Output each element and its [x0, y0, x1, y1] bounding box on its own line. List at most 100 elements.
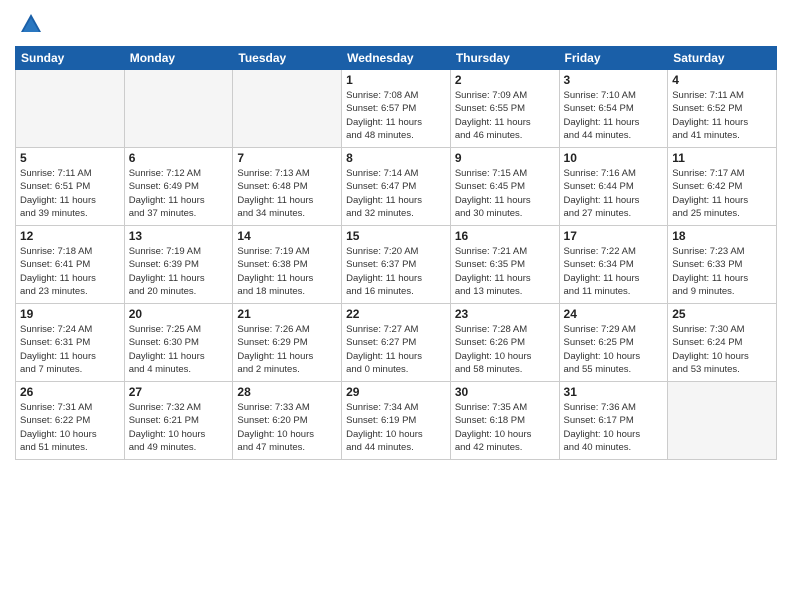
day-number: 26 — [20, 385, 120, 399]
day-info: Sunrise: 7:27 AMSunset: 6:27 PMDaylight:… — [346, 323, 446, 376]
calendar-cell: 31Sunrise: 7:36 AMSunset: 6:17 PMDayligh… — [559, 382, 668, 460]
day-number: 27 — [129, 385, 229, 399]
calendar-cell: 22 Sunrise: 7:27 AMSunset: 6:27 PMDayligh… — [342, 304, 451, 382]
calendar-cell: 17 Sunrise: 7:22 AMSunset: 6:34 PMDayligh… — [559, 226, 668, 304]
calendar-cell: 15Sunrise: 7:20 AMSunset: 6:37 PMDayligh… — [342, 226, 451, 304]
week-row-3: 12 Sunrise: 7:18 AMSunset: 6:41 PMDayligh… — [16, 226, 777, 304]
day-info: Sunrise: 7:10 AMSunset: 6:54 PMDaylight:… — [564, 89, 664, 142]
calendar-cell: 20Sunrise: 7:25 AMSunset: 6:30 PMDayligh… — [124, 304, 233, 382]
calendar-cell — [124, 70, 233, 148]
day-info: Sunrise: 7:34 AMSunset: 6:19 PMDaylight:… — [346, 401, 446, 454]
calendar-cell: 30 Sunrise: 7:35 AMSunset: 6:18 PMDayligh… — [450, 382, 559, 460]
day-info: Sunrise: 7:36 AMSunset: 6:17 PMDaylight:… — [564, 401, 664, 454]
day-number: 19 — [20, 307, 120, 321]
calendar-cell: 8 Sunrise: 7:14 AMSunset: 6:47 PMDaylight… — [342, 148, 451, 226]
day-info: Sunrise: 7:29 AMSunset: 6:25 PMDaylight:… — [564, 323, 664, 376]
day-info: Sunrise: 7:28 AMSunset: 6:26 PMDaylight:… — [455, 323, 555, 376]
day-number: 4 — [672, 73, 772, 87]
day-info: Sunrise: 7:11 AMSunset: 6:51 PMDaylight:… — [20, 167, 120, 220]
day-info: Sunrise: 7:09 AMSunset: 6:55 PMDaylight:… — [455, 89, 555, 142]
day-info: Sunrise: 7:23 AMSunset: 6:33 PMDaylight:… — [672, 245, 772, 298]
calendar-cell: 11Sunrise: 7:17 AMSunset: 6:42 PMDayligh… — [668, 148, 777, 226]
calendar-cell: 7 Sunrise: 7:13 AMSunset: 6:48 PMDaylight… — [233, 148, 342, 226]
calendar-cell: 3Sunrise: 7:10 AMSunset: 6:54 PMDaylight… — [559, 70, 668, 148]
calendar-cell: 27 Sunrise: 7:32 AMSunset: 6:21 PMDayligh… — [124, 382, 233, 460]
day-info: Sunrise: 7:21 AMSunset: 6:35 PMDaylight:… — [455, 245, 555, 298]
day-number: 17 — [564, 229, 664, 243]
calendar-table: SundayMondayTuesdayWednesdayThursdayFrid… — [15, 46, 777, 460]
calendar-cell: 25 Sunrise: 7:30 AMSunset: 6:24 PMDayligh… — [668, 304, 777, 382]
day-number: 16 — [455, 229, 555, 243]
day-number: 25 — [672, 307, 772, 321]
day-info: Sunrise: 7:12 AMSunset: 6:49 PMDaylight:… — [129, 167, 229, 220]
calendar-cell: 29 Sunrise: 7:34 AMSunset: 6:19 PMDayligh… — [342, 382, 451, 460]
day-info: Sunrise: 7:13 AMSunset: 6:48 PMDaylight:… — [237, 167, 337, 220]
calendar-cell — [233, 70, 342, 148]
calendar-cell: 26 Sunrise: 7:31 AMSunset: 6:22 PMDayligh… — [16, 382, 125, 460]
day-number: 8 — [346, 151, 446, 165]
day-info: Sunrise: 7:22 AMSunset: 6:34 PMDaylight:… — [564, 245, 664, 298]
day-number: 1 — [346, 73, 446, 87]
calendar-cell — [668, 382, 777, 460]
day-number: 20 — [129, 307, 229, 321]
day-info: Sunrise: 7:18 AMSunset: 6:41 PMDaylight:… — [20, 245, 120, 298]
logo-icon — [17, 10, 45, 38]
day-number: 14 — [237, 229, 337, 243]
calendar-cell: 10Sunrise: 7:16 AMSunset: 6:44 PMDayligh… — [559, 148, 668, 226]
calendar-cell: 2 Sunrise: 7:09 AMSunset: 6:55 PMDaylight… — [450, 70, 559, 148]
calendar-cell: 14Sunrise: 7:19 AMSunset: 6:38 PMDayligh… — [233, 226, 342, 304]
day-info: Sunrise: 7:31 AMSunset: 6:22 PMDaylight:… — [20, 401, 120, 454]
day-info: Sunrise: 7:19 AMSunset: 6:39 PMDaylight:… — [129, 245, 229, 298]
day-number: 23 — [455, 307, 555, 321]
day-info: Sunrise: 7:14 AMSunset: 6:47 PMDaylight:… — [346, 167, 446, 220]
week-row-1: 1 Sunrise: 7:08 AMSunset: 6:57 PMDaylight… — [16, 70, 777, 148]
calendar-cell: 5 Sunrise: 7:11 AMSunset: 6:51 PMDaylight… — [16, 148, 125, 226]
day-number: 28 — [237, 385, 337, 399]
day-number: 9 — [455, 151, 555, 165]
day-info: Sunrise: 7:35 AMSunset: 6:18 PMDaylight:… — [455, 401, 555, 454]
day-info: Sunrise: 7:11 AMSunset: 6:52 PMDaylight:… — [672, 89, 772, 142]
day-number: 10 — [564, 151, 664, 165]
day-number: 21 — [237, 307, 337, 321]
weekday-header-monday: Monday — [124, 47, 233, 70]
logo — [15, 10, 45, 38]
calendar-cell: 28Sunrise: 7:33 AMSunset: 6:20 PMDayligh… — [233, 382, 342, 460]
calendar-cell: 9 Sunrise: 7:15 AMSunset: 6:45 PMDaylight… — [450, 148, 559, 226]
header — [15, 10, 777, 38]
day-number: 2 — [455, 73, 555, 87]
week-row-4: 19 Sunrise: 7:24 AMSunset: 6:31 PMDayligh… — [16, 304, 777, 382]
day-info: Sunrise: 7:24 AMSunset: 6:31 PMDaylight:… — [20, 323, 120, 376]
week-row-5: 26 Sunrise: 7:31 AMSunset: 6:22 PMDayligh… — [16, 382, 777, 460]
day-number: 7 — [237, 151, 337, 165]
calendar-cell — [16, 70, 125, 148]
weekday-header-wednesday: Wednesday — [342, 47, 451, 70]
day-number: 18 — [672, 229, 772, 243]
weekday-header-row: SundayMondayTuesdayWednesdayThursdayFrid… — [16, 47, 777, 70]
weekday-header-tuesday: Tuesday — [233, 47, 342, 70]
day-number: 30 — [455, 385, 555, 399]
day-info: Sunrise: 7:32 AMSunset: 6:21 PMDaylight:… — [129, 401, 229, 454]
weekday-header-sunday: Sunday — [16, 47, 125, 70]
calendar-cell: 18 Sunrise: 7:23 AMSunset: 6:33 PMDayligh… — [668, 226, 777, 304]
day-number: 15 — [346, 229, 446, 243]
calendar-cell: 19 Sunrise: 7:24 AMSunset: 6:31 PMDayligh… — [16, 304, 125, 382]
day-info: Sunrise: 7:30 AMSunset: 6:24 PMDaylight:… — [672, 323, 772, 376]
calendar-cell: 12 Sunrise: 7:18 AMSunset: 6:41 PMDayligh… — [16, 226, 125, 304]
day-number: 5 — [20, 151, 120, 165]
day-number: 29 — [346, 385, 446, 399]
day-info: Sunrise: 7:26 AMSunset: 6:29 PMDaylight:… — [237, 323, 337, 376]
day-number: 12 — [20, 229, 120, 243]
calendar-container: SundayMondayTuesdayWednesdayThursdayFrid… — [0, 0, 792, 612]
calendar-cell: 13Sunrise: 7:19 AMSunset: 6:39 PMDayligh… — [124, 226, 233, 304]
week-row-2: 5 Sunrise: 7:11 AMSunset: 6:51 PMDaylight… — [16, 148, 777, 226]
calendar-cell: 24 Sunrise: 7:29 AMSunset: 6:25 PMDayligh… — [559, 304, 668, 382]
day-number: 24 — [564, 307, 664, 321]
day-number: 11 — [672, 151, 772, 165]
weekday-header-saturday: Saturday — [668, 47, 777, 70]
day-info: Sunrise: 7:08 AMSunset: 6:57 PMDaylight:… — [346, 89, 446, 142]
calendar-cell: 6Sunrise: 7:12 AMSunset: 6:49 PMDaylight… — [124, 148, 233, 226]
weekday-header-thursday: Thursday — [450, 47, 559, 70]
weekday-header-friday: Friday — [559, 47, 668, 70]
day-info: Sunrise: 7:15 AMSunset: 6:45 PMDaylight:… — [455, 167, 555, 220]
day-number: 22 — [346, 307, 446, 321]
